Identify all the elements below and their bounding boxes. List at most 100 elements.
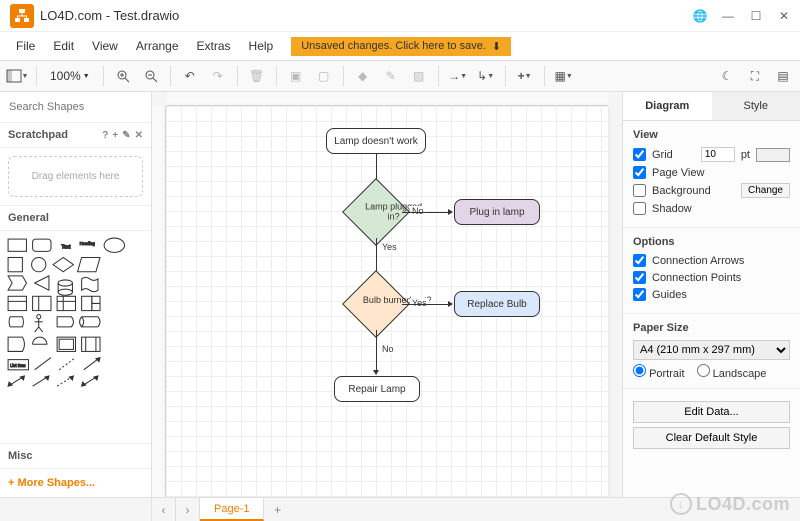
delete-icon[interactable]: 🗑	[244, 63, 270, 89]
more-shapes-button[interactable]: + More Shapes...	[0, 468, 151, 497]
label-yes: Yes	[410, 298, 429, 308]
shadow-checkbox[interactable]	[633, 202, 646, 215]
redo-icon[interactable]: ↷	[205, 63, 231, 89]
save-banner-text: Unsaved changes. Click here to save.	[301, 40, 486, 52]
pageview-checkbox[interactable]	[633, 166, 646, 179]
node-decision-1[interactable]: Lamp plugged in?	[342, 178, 410, 246]
grid-color-swatch[interactable]	[756, 148, 790, 162]
insert-icon[interactable]: +▼	[512, 63, 538, 89]
grid-size-input[interactable]	[701, 147, 735, 162]
landscape-radio[interactable]	[697, 364, 710, 377]
window-title: LO4D.com - Test.drawio	[40, 8, 688, 23]
watermark: ↓ LO4D.com	[670, 493, 790, 515]
fullscreen-icon[interactable]: ⛶	[742, 63, 768, 89]
format-panel-icon[interactable]: ▤	[770, 63, 796, 89]
paper-heading: Paper Size	[633, 322, 790, 334]
conn-points-label: Connection Points	[652, 272, 790, 284]
scratchpad-close-icon[interactable]: ✕	[135, 130, 143, 141]
scratchpad-help-icon[interactable]: ?	[102, 130, 108, 141]
globe-icon[interactable]: 🌐	[688, 4, 712, 28]
portrait-radio-label[interactable]: Portrait	[633, 364, 685, 380]
undo-icon[interactable]: ↶	[177, 63, 203, 89]
connection-icon[interactable]: →▼	[445, 63, 471, 89]
tab-diagram[interactable]: Diagram	[623, 92, 712, 120]
toolbar: ▼ 100%▼ ↶ ↷ 🗑 ▣ ▢ ◆ ✎ ▨ →▼ ↳▼ +▼ ▦▼ ☾ ⛶ …	[0, 60, 800, 92]
tab-style[interactable]: Style	[712, 92, 800, 120]
to-front-icon[interactable]: ▣	[283, 63, 309, 89]
view-heading: View	[633, 129, 790, 141]
waypoint-icon[interactable]: ↳▼	[473, 63, 499, 89]
paper-size-select[interactable]: A4 (210 mm x 297 mm)	[633, 340, 790, 360]
menu-extras[interactable]: Extras	[189, 35, 239, 57]
conn-points-checkbox[interactable]	[633, 271, 646, 284]
page-tab-1[interactable]: Page-1	[200, 498, 264, 521]
conn-arrows-label: Connection Arrows	[652, 255, 790, 267]
zoom-in-icon[interactable]	[110, 63, 136, 89]
svg-text:Heading: Heading	[80, 241, 95, 246]
clear-style-button[interactable]: Clear Default Style	[633, 427, 790, 449]
menu-help[interactable]: Help	[241, 35, 282, 57]
grid-label: Grid	[652, 149, 695, 161]
landscape-radio-label[interactable]: Landscape	[697, 364, 767, 380]
arrow-icon	[448, 209, 453, 215]
edit-data-button[interactable]: Edit Data...	[633, 401, 790, 423]
maximize-button[interactable]: ☐	[744, 4, 768, 28]
minimize-button[interactable]: —	[716, 4, 740, 28]
zoom-level[interactable]: 100%▼	[43, 66, 97, 86]
menu-file[interactable]: File	[8, 35, 43, 57]
titlebar: LO4D.com - Test.drawio 🌐 — ☐ ✕	[0, 0, 800, 32]
close-button[interactable]: ✕	[772, 4, 796, 28]
watermark-icon: ↓	[670, 493, 692, 515]
canvas-area[interactable]: Lamp doesn't work Lamp plugged in? No Pl…	[152, 92, 622, 497]
background-label: Background	[652, 185, 735, 197]
general-section-label[interactable]: General	[0, 205, 151, 231]
guides-checkbox[interactable]	[633, 288, 646, 301]
arrow-icon	[448, 301, 453, 307]
line-color-icon[interactable]: ✎	[378, 63, 404, 89]
shapes-panel: 🔍 Scratchpad ? + ✎ ✕ Drag elements here …	[0, 92, 152, 497]
change-button[interactable]: Change	[741, 183, 790, 198]
zoom-out-icon[interactable]	[138, 63, 164, 89]
scratchpad-edit-icon[interactable]: ✎	[122, 130, 130, 141]
search-input[interactable]	[6, 98, 152, 116]
edge	[402, 304, 450, 305]
theme-icon[interactable]: ☾	[714, 63, 740, 89]
save-banner[interactable]: Unsaved changes. Click here to save. ⬇	[291, 37, 511, 56]
page-add-icon[interactable]: +	[264, 498, 290, 521]
menu-view[interactable]: View	[84, 35, 126, 57]
flowchart: Lamp doesn't work Lamp plugged in? No Pl…	[166, 106, 608, 497]
menu-arrange[interactable]: Arrange	[128, 35, 187, 57]
node-plug[interactable]: Plug in lamp	[454, 199, 540, 225]
label-no: No	[380, 344, 396, 354]
fill-color-icon[interactable]: ◆	[350, 63, 376, 89]
table-icon[interactable]: ▦▼	[551, 63, 577, 89]
ruler-vertical	[152, 106, 166, 497]
arrow-icon	[373, 370, 379, 375]
node-decision-2[interactable]: Bulb burned out?	[342, 270, 410, 338]
ruler-horizontal	[166, 92, 608, 106]
page-prev-icon[interactable]: ‹	[152, 498, 176, 521]
shadow-icon[interactable]: ▨	[406, 63, 432, 89]
scratchpad-add-icon[interactable]: +	[112, 130, 118, 141]
scratchpad-label: Scratchpad	[8, 129, 68, 141]
sidebar-toggle-icon[interactable]: ▼	[4, 63, 30, 89]
conn-arrows-checkbox[interactable]	[633, 254, 646, 267]
options-heading: Options	[633, 236, 790, 248]
grid-checkbox[interactable]	[633, 148, 646, 161]
node-repair[interactable]: Repair Lamp	[334, 376, 420, 402]
node-start[interactable]: Lamp doesn't work	[326, 128, 426, 154]
scratchpad-dropzone[interactable]: Drag elements here	[8, 156, 143, 197]
shapes-palette[interactable]: TextHeading List Item	[0, 231, 151, 443]
download-icon: ⬇	[492, 40, 501, 53]
edge	[376, 330, 377, 372]
svg-text:Text: Text	[61, 244, 71, 250]
node-replace[interactable]: Replace Bulb	[454, 291, 540, 317]
page-next-icon[interactable]: ›	[176, 498, 200, 521]
background-checkbox[interactable]	[633, 184, 646, 197]
portrait-radio[interactable]	[633, 364, 646, 377]
app-icon	[10, 4, 34, 28]
misc-section-label[interactable]: Misc	[0, 443, 151, 468]
menu-edit[interactable]: Edit	[45, 35, 82, 57]
main-area: 🔍 Scratchpad ? + ✎ ✕ Drag elements here …	[0, 92, 800, 497]
to-back-icon[interactable]: ▢	[311, 63, 337, 89]
